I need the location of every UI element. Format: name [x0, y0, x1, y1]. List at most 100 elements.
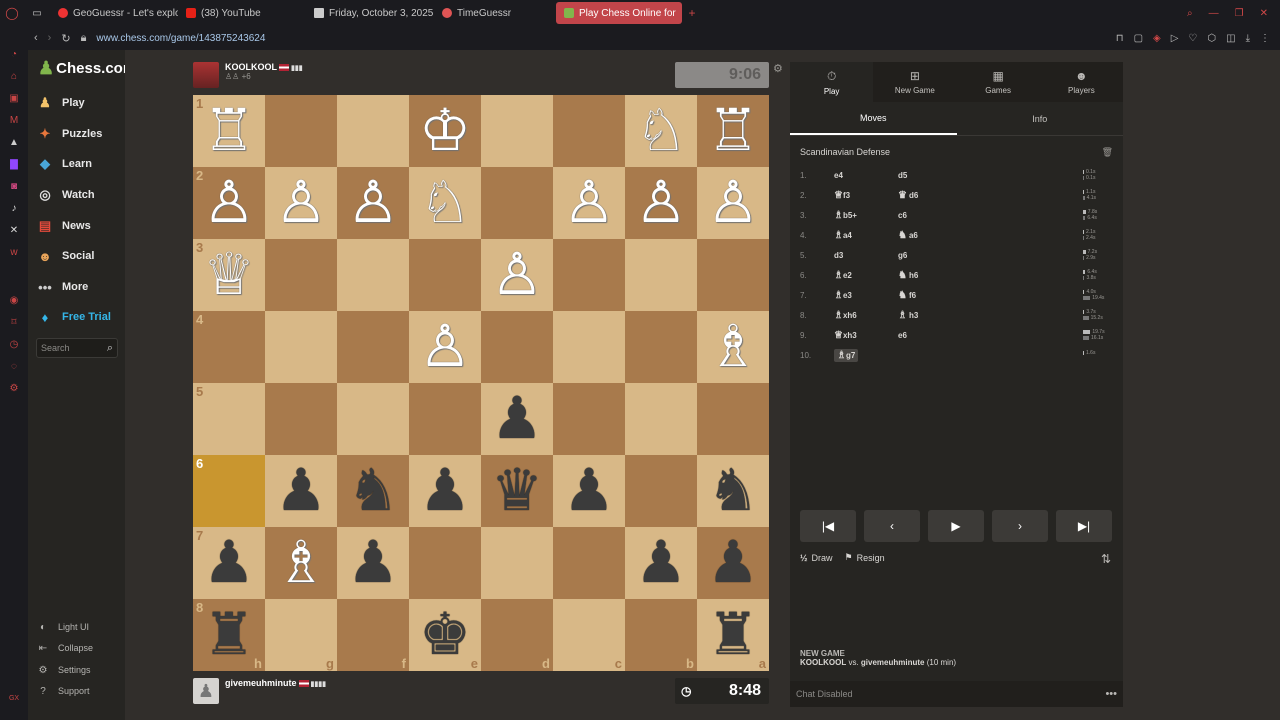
black-piece[interactable]: ♛ [491, 462, 543, 520]
white-piece[interactable]: ♘ [419, 174, 471, 232]
board-square[interactable] [481, 527, 553, 599]
close-icon[interactable]: ✕ [1260, 8, 1268, 19]
black-move[interactable]: g6 [898, 251, 962, 260]
board-square[interactable] [409, 383, 481, 455]
white-piece[interactable]: ♙ [491, 246, 543, 304]
chess-board[interactable]: 1 ♖ ♔ ♘ ♖ 2 ♙ ♙ ♙ ♘ ♙ ♙ ♙ 3 ♕ ♙ 4 ♙ ♗ 5 ♟ 6 ♟ ♞ ♟ ♛ ♟ ♞ 7 ♟ ♗ ♟ ♟ ♟ 8 h ♜ g f e… [193, 95, 769, 671]
more-options-icon[interactable]: ••• [1105, 688, 1117, 700]
maximize-icon[interactable]: ❐ [1235, 8, 1244, 19]
search-magnifier-icon[interactable]: ⌕ [107, 342, 113, 355]
aria-icon[interactable]: ▲ [8, 136, 20, 148]
nav-free-trial[interactable]: ♦ Free Trial [36, 308, 111, 326]
tab-chess[interactable]: Play Chess Online for [556, 2, 682, 24]
white-move[interactable]: ♕xh3 [834, 330, 898, 341]
black-piece[interactable]: ♞ [347, 462, 399, 520]
board-square[interactable]: ♙ [481, 239, 553, 311]
snapshot-icon[interactable]: ▢ [1134, 33, 1143, 44]
board-square[interactable]: 8 h ♜ [193, 599, 265, 671]
board-square[interactable]: e ♚ [409, 599, 481, 671]
collapse-button[interactable]: ⇤ Collapse [36, 641, 93, 655]
white-move[interactable]: ♗e3 [834, 290, 898, 301]
board-square[interactable]: ♞ [337, 455, 409, 527]
tab-games[interactable]: ▦ Games [957, 62, 1040, 102]
vk-icon[interactable]: w [8, 246, 20, 258]
white-piece[interactable]: ♗ [275, 534, 327, 592]
resign-button[interactable]: ⚑ Resign [845, 552, 885, 563]
board-square[interactable]: ♗ [265, 527, 337, 599]
history-icon[interactable]: ◷ [8, 338, 20, 350]
black-move[interactable]: ♛ d6 [898, 190, 962, 201]
board-square[interactable]: ♟ [625, 527, 697, 599]
easy-setup-icon[interactable]: ◫ [1226, 33, 1235, 44]
white-piece[interactable]: ♙ [635, 174, 687, 232]
white-piece[interactable]: ♗ [707, 318, 759, 376]
black-piece[interactable]: ♟ [275, 462, 327, 520]
board-square[interactable]: ♗ [697, 311, 769, 383]
black-piece[interactable]: ♟ [203, 534, 255, 592]
board-settings-icon[interactable]: ⚙ [773, 62, 783, 75]
board-square[interactable] [337, 311, 409, 383]
tab-players[interactable]: ☻ Players [1040, 62, 1123, 102]
tab-switcher-icon[interactable]: ▭ [24, 2, 50, 24]
board-square[interactable] [265, 95, 337, 167]
black-piece[interactable]: ♟ [563, 462, 615, 520]
black-move[interactable]: ♞ a6 [898, 230, 962, 241]
top-player-name[interactable]: KOOLKOOL [225, 62, 277, 72]
pin-icon[interactable]: ⊓ [1116, 33, 1124, 44]
white-piece[interactable]: ♔ [419, 102, 471, 160]
board-square[interactable] [553, 383, 625, 455]
black-piece[interactable]: ♜ [203, 606, 255, 664]
nav-learn[interactable]: ◆ Learn [36, 155, 92, 173]
white-piece[interactable]: ♖ [707, 102, 759, 160]
black-move[interactable]: d5 [898, 171, 962, 180]
board-square[interactable]: ♙ [697, 167, 769, 239]
reload-icon[interactable]: ↻ [61, 32, 70, 45]
black-piece[interactable]: ♟ [347, 534, 399, 592]
white-move[interactable]: ♗g7 [834, 348, 898, 362]
next-move-button[interactable]: › [992, 510, 1048, 542]
rail-settings-icon[interactable]: ⚙ [8, 382, 20, 394]
board-square[interactable] [265, 239, 337, 311]
tab-moves[interactable]: Moves [790, 102, 957, 135]
board-square[interactable]: 1 ♖ [193, 95, 265, 167]
board-square[interactable] [553, 527, 625, 599]
board-square[interactable]: ♟ [697, 527, 769, 599]
board-square[interactable]: ♛ [481, 455, 553, 527]
board-square[interactable] [265, 311, 337, 383]
board-square[interactable] [337, 383, 409, 455]
media-icon[interactable]: ▷ [1171, 33, 1179, 44]
nav-more[interactable]: ••• More [36, 278, 88, 296]
board-square[interactable]: d [481, 599, 553, 671]
board-square[interactable]: ♞ [697, 455, 769, 527]
forward-icon[interactable]: › [48, 32, 52, 44]
board-square[interactable] [553, 311, 625, 383]
black-piece[interactable]: ♟ [491, 390, 543, 448]
light-ui-toggle[interactable]: ◐ Light UI [36, 620, 89, 634]
tab-calendar[interactable]: Friday, October 3, 2025 [306, 2, 434, 24]
board-square[interactable]: 3 ♕ [193, 239, 265, 311]
board-square[interactable]: ♔ [409, 95, 481, 167]
board-square[interactable]: ♙ [265, 167, 337, 239]
white-move[interactable]: d3 [834, 251, 898, 260]
board-square[interactable] [697, 383, 769, 455]
board-square[interactable] [481, 95, 553, 167]
url-field[interactable]: www.chess.com/game/143875243624 [96, 33, 265, 44]
bottom-player-name[interactable]: givemeuhminute [225, 678, 297, 688]
white-move[interactable]: ♗e2 [834, 270, 898, 281]
minimize-icon[interactable]: — [1209, 8, 1219, 19]
white-piece[interactable]: ♘ [635, 102, 687, 160]
search-icon[interactable]: ⌕ [1187, 8, 1193, 19]
board-square[interactable]: ♟ [481, 383, 553, 455]
black-piece[interactable]: ♜ [707, 606, 759, 664]
avatar[interactable]: ♟ [193, 678, 219, 704]
x-icon[interactable]: ✕ [8, 224, 20, 236]
board-square[interactable] [553, 239, 625, 311]
board-square[interactable]: 4 [193, 311, 265, 383]
board-square[interactable] [409, 527, 481, 599]
board-square[interactable]: ♙ [337, 167, 409, 239]
twitch-icon[interactable]: ▇ [8, 158, 20, 170]
gmail-icon[interactable]: M [8, 114, 20, 126]
flip-board-icon[interactable]: ⇅ [1101, 552, 1111, 566]
white-move[interactable]: ♗b5+ [834, 210, 898, 221]
white-piece[interactable]: ♙ [275, 174, 327, 232]
